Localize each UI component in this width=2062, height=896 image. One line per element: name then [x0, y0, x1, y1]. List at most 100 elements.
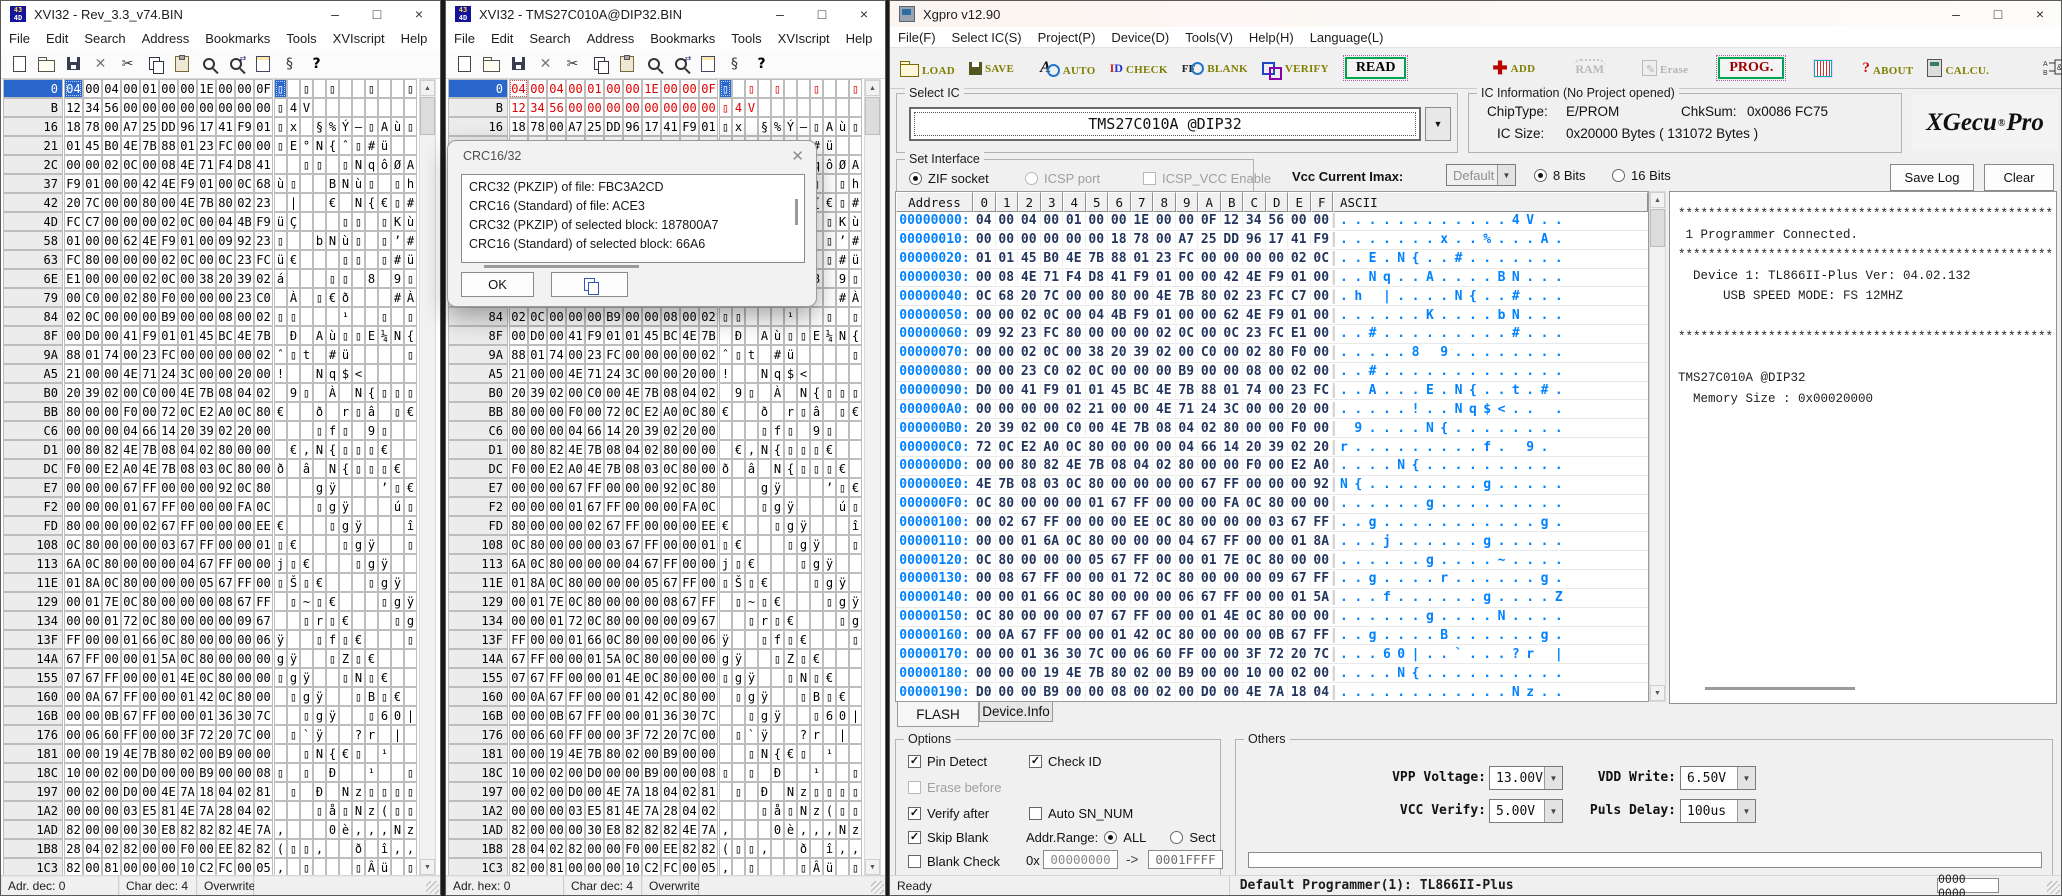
ascii-char-cell[interactable]	[836, 535, 849, 554]
ascii-char-cell[interactable]	[719, 611, 732, 630]
ascii-char-cell[interactable]: {	[404, 326, 417, 345]
ascii-char-cell[interactable]: B	[810, 687, 823, 706]
hex-byte-cell[interactable]: 00	[64, 801, 83, 820]
ascii-char-cell[interactable]	[797, 497, 810, 516]
ascii-char-cell[interactable]	[836, 421, 849, 440]
hex-byte-cell[interactable]: 72	[197, 725, 216, 744]
hex-byte-cell[interactable]: 00	[159, 478, 178, 497]
hex-byte-cell[interactable]: 67	[121, 478, 140, 497]
hex-byte-cell[interactable]: 17	[197, 117, 216, 136]
ascii-char-cell[interactable]: ▯	[274, 98, 287, 117]
ascii-char-cell[interactable]: ▯	[732, 592, 745, 611]
ascii-char-cell[interactable]: ▯	[274, 573, 287, 592]
hex-byte-cell[interactable]: 04	[64, 79, 83, 98]
hex-byte-cell[interactable]: 67	[680, 592, 699, 611]
ascii-char-cell[interactable]: ▯	[836, 383, 849, 402]
hex-byte-cell[interactable]: 5A	[159, 649, 178, 668]
ascii-char-cell[interactable]: ’	[823, 478, 836, 497]
hex-byte-cell[interactable]: 00	[64, 326, 83, 345]
ascii-char-cell[interactable]: B	[365, 687, 378, 706]
ascii-char-cell[interactable]: ▯	[758, 592, 771, 611]
hex-byte-cell[interactable]: 02	[197, 440, 216, 459]
ascii-char-cell[interactable]	[719, 744, 732, 763]
ascii-char-cell[interactable]: g	[719, 649, 732, 668]
ascii-char-cell[interactable]: ▯	[404, 383, 417, 402]
ascii-char-cell[interactable]: (	[719, 839, 732, 858]
search-replace-button[interactable]	[667, 51, 694, 76]
ascii-char-cell[interactable]: ▯	[823, 782, 836, 801]
ascii-char-cell[interactable]: ▯	[339, 155, 352, 174]
ascii-char-cell[interactable]	[352, 421, 365, 440]
address-cell[interactable]: 1A2	[3, 801, 63, 820]
ascii-char-cell[interactable]: ▯	[745, 611, 758, 630]
hex-byte-cell[interactable]: 08	[178, 459, 197, 478]
hex-byte-cell[interactable]: 20	[680, 421, 699, 440]
ascii-char-cell[interactable]: ü	[823, 136, 836, 155]
ascii-char-cell[interactable]: ▯	[404, 117, 417, 136]
ascii-char-cell[interactable]: z	[849, 820, 862, 839]
ascii-char-cell[interactable]: ▯	[287, 725, 300, 744]
hex-byte-cell[interactable]: 4E	[178, 383, 197, 402]
ascii-char-cell[interactable]: ü	[849, 250, 862, 269]
hex-byte-cell[interactable]: 00	[178, 592, 197, 611]
ascii-char-cell[interactable]: ¼	[378, 326, 391, 345]
ascii-char-cell[interactable]: ~	[300, 592, 313, 611]
hex-byte-cell[interactable]: 04	[121, 421, 140, 440]
ascii-char-cell[interactable]	[300, 478, 313, 497]
ascii-char-cell[interactable]	[784, 383, 797, 402]
ascii-char-cell[interactable]: g	[771, 497, 784, 516]
ascii-char-cell[interactable]	[287, 516, 300, 535]
hex-byte-cell[interactable]: 20	[64, 383, 83, 402]
hex-byte-cell[interactable]: 08	[216, 592, 235, 611]
ascii-char-cell[interactable]: á	[274, 269, 287, 288]
ascii-char-cell[interactable]: ▯	[849, 782, 862, 801]
ascii-char-cell[interactable]: ▯	[313, 288, 326, 307]
ascii-char-cell[interactable]	[326, 725, 339, 744]
hex-byte-cell[interactable]: 05	[699, 858, 718, 876]
hex-byte-cell[interactable]: 00	[547, 497, 566, 516]
hex-byte-cell[interactable]: 01	[528, 592, 547, 611]
ascii-char-cell[interactable]: ▯	[339, 269, 352, 288]
ascii-char-cell[interactable]: ▯	[339, 326, 352, 345]
ascii-char-cell[interactable]	[784, 706, 797, 725]
hex-byte-cell[interactable]: 00	[623, 478, 642, 497]
hex-byte-cell[interactable]: 82	[64, 858, 83, 876]
hex-byte-cell[interactable]: 00	[254, 459, 273, 478]
hex-byte-cell[interactable]: 36	[216, 706, 235, 725]
ascii-char-cell[interactable]	[287, 402, 300, 421]
ascii-char-cell[interactable]: ▯	[849, 345, 862, 364]
ascii-char-cell[interactable]: N	[313, 136, 326, 155]
ascii-char-cell[interactable]	[352, 269, 365, 288]
ascii-char-cell[interactable]	[326, 212, 339, 231]
hex-byte-cell[interactable]: 00	[216, 649, 235, 668]
hex-byte-cell[interactable]: 7A	[623, 782, 642, 801]
prog-button[interactable]: PROG.	[1716, 55, 1786, 81]
hex-byte-cell[interactable]: 00	[623, 706, 642, 725]
ascii-char-cell[interactable]: g	[784, 516, 797, 535]
hex-byte-cell[interactable]: FF	[83, 649, 102, 668]
hex-byte-cell[interactable]: 02	[254, 383, 273, 402]
address-cell[interactable]: A5	[3, 364, 63, 383]
hex-byte-cell[interactable]: 00	[661, 516, 680, 535]
ascii-char-cell[interactable]	[313, 193, 326, 212]
ascii-char-cell[interactable]: ▯	[823, 459, 836, 478]
ascii-char-cell[interactable]	[352, 573, 365, 592]
hex-byte-cell[interactable]: 09	[216, 231, 235, 250]
ascii-char-cell[interactable]: {	[339, 459, 352, 478]
ascii-char-cell[interactable]: r	[313, 611, 326, 630]
ascii-char-cell[interactable]: ▯	[404, 858, 417, 876]
address-cell[interactable]: 134	[448, 611, 508, 630]
hex-byte-cell[interactable]: 00	[254, 98, 273, 117]
hex-byte-cell[interactable]: 4E	[121, 744, 140, 763]
ascii-char-cell[interactable]: ▯	[378, 459, 391, 478]
hex-byte-cell[interactable]: 80	[699, 402, 718, 421]
ascii-char-cell[interactable]	[745, 307, 758, 326]
cut-button[interactable]: ✂	[559, 51, 586, 76]
ascii-char-cell[interactable]: â	[810, 402, 823, 421]
hex-byte-cell[interactable]: 20	[216, 269, 235, 288]
ascii-char-cell[interactable]	[797, 478, 810, 497]
ascii-char-cell[interactable]	[365, 231, 378, 250]
hex-byte-cell[interactable]: 04	[235, 801, 254, 820]
ascii-char-cell[interactable]: r	[784, 402, 797, 421]
ascii-char-cell[interactable]: €	[784, 611, 797, 630]
